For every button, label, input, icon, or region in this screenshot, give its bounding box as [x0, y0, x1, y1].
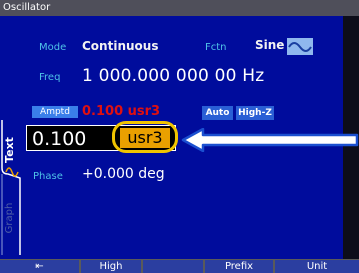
- callout-arrow-icon: [181, 128, 359, 152]
- empty-softkey-3[interactable]: [143, 260, 203, 273]
- tab-graph[interactable]: Graph: [4, 203, 15, 234]
- mode-label: Mode: [39, 42, 67, 53]
- high-softkey[interactable]: High: [81, 260, 141, 273]
- side-tabs[interactable]: Text Graph: [0, 120, 24, 255]
- high-z-button[interactable]: High-Z: [236, 106, 274, 120]
- function-label: Fctn: [205, 42, 227, 53]
- prefix-softkey[interactable]: Prefix: [205, 260, 273, 273]
- function-value[interactable]: Sine: [255, 38, 284, 52]
- phase-value[interactable]: +0.000 deg: [82, 166, 165, 182]
- amplitude-current-value[interactable]: 0.100 usr3: [82, 104, 160, 119]
- sine-wave-icon[interactable]: [287, 38, 313, 55]
- entry-unit-selection[interactable]: usr3: [120, 128, 170, 148]
- auto-button[interactable]: Auto: [202, 106, 233, 120]
- phase-label: Phase: [33, 171, 63, 182]
- window-title: Oscillator: [3, 2, 51, 13]
- back-softkey[interactable]: ⇤: [0, 260, 79, 273]
- entry-number: 0.100: [32, 128, 87, 150]
- amplitude-entry-field[interactable]: 0.100 usr3: [26, 125, 176, 151]
- frequency-label: Freq: [39, 72, 61, 83]
- amplitude-label: Amptd: [32, 106, 78, 118]
- mode-value[interactable]: Continuous: [82, 39, 158, 53]
- unit-softkey[interactable]: Unit: [275, 260, 359, 273]
- title-bar: Oscillator: [0, 0, 359, 16]
- frequency-value[interactable]: 1 000.000 000 00 Hz: [82, 66, 264, 86]
- oscillator-screen: Oscillator Mode Continuous Fctn Sine Fre…: [0, 0, 359, 273]
- tab-text[interactable]: Text: [3, 137, 16, 163]
